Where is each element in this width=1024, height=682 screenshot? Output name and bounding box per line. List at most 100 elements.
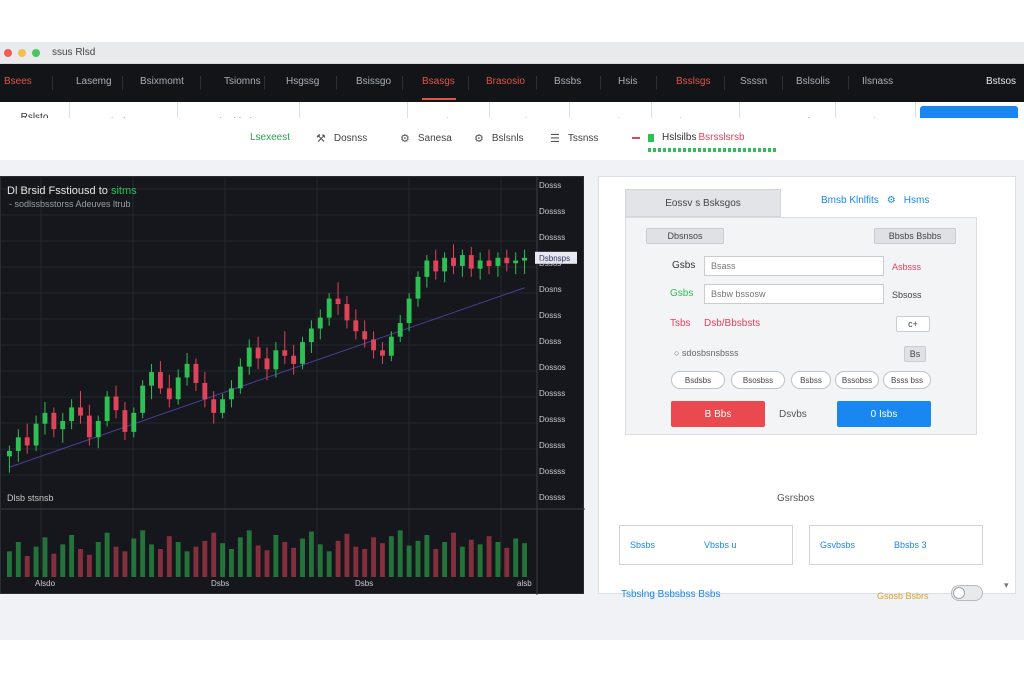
candle-body [255,347,261,359]
option-radio[interactable]: ○ sdosbsnsbsss [674,348,738,358]
x-axis-tick-label: Alsdo [35,579,56,588]
volume-bar [326,551,332,577]
alert-underline [648,148,776,152]
volume-bar [388,536,394,577]
menu-item[interactable]: Bsissgo [356,76,391,87]
volume-bar [513,538,519,577]
gear-icon: ⚙ [400,133,410,145]
tab-dosnss[interactable]: ⚒ Dosnss [316,132,367,145]
tab-latest[interactable]: Lsexeest [250,132,290,143]
menu-item[interactable]: Ssssn [740,76,767,87]
candle-body [264,358,270,370]
percent-chip-2[interactable]: Bsosbss [731,371,785,389]
minimize-window-dot[interactable] [18,48,26,57]
tab-tssnss[interactable]: ☰ Tssnss [550,132,598,145]
menu-divider [200,76,201,90]
candle-body [522,257,528,261]
tab-alerts[interactable]: Hslsilbs Bsrsslsrsb [632,132,745,143]
menu-item[interactable]: Bssbs [554,76,581,87]
volume-bar [42,537,48,577]
volume-bar [397,530,403,577]
buy-button[interactable]: 0 Isbs [837,401,931,427]
volume-bar [459,546,465,577]
y-axis-tick-label: Dossss [539,441,566,450]
menu-item[interactable]: Lasemg [76,76,112,87]
candlestick-chart[interactable]: Dsbnsps [1,177,585,595]
tab-sanesa[interactable]: ⚙ Sanesa [400,132,452,145]
percent-chip-1[interactable]: Bsdsbs [671,371,725,389]
volume-bar [131,538,137,577]
menu-item[interactable]: Bsixmomt [140,76,184,87]
close-window-dot[interactable] [4,48,12,57]
menu-item[interactable]: Bslsolis [796,76,830,87]
volume-bar [24,556,30,577]
tab-bslsnls[interactable]: ⚙ Bslsnls [474,132,524,145]
percent-chip-4[interactable]: Bssobss [835,371,879,389]
order-tab-other[interactable]: Bmsb Klnlfits ⚙ Hsms [821,195,929,206]
volume-bar [371,537,377,577]
volume-bar [344,533,350,577]
volume-bar [157,549,163,577]
volume-bar [335,540,341,577]
y-axis-tick-label: Dossss [539,493,566,502]
total-stepper[interactable]: c+ [896,316,930,332]
tab-label: Lsexeest [250,132,291,143]
y-axis-tick-label: Dossos [539,363,566,372]
top-menu-bar: Bsees Lasemg Bsixmomt Tsiomns Hsgssg Bsissgo B… [0,64,1024,102]
candle-body [42,412,48,424]
footer-link[interactable]: Tsbslng Bsbsbss Bsbs [621,589,721,600]
menu-divider [724,76,725,90]
sell-button[interactable]: B Bbs [671,401,765,427]
chart-title-text: Dl Brsid Fsstiousd to [7,185,108,197]
candle-body [504,257,510,264]
candle-body [451,257,456,266]
percent-chip-3[interactable]: Bsbss [791,371,831,389]
maximize-window-dot[interactable] [32,48,40,57]
balance-pill[interactable]: Bbsbs Bsbbs [874,228,956,244]
candle-body [51,412,57,430]
alert-dash-icon [632,136,640,139]
menu-item[interactable]: Hsgssg [286,76,319,87]
summary-label: Sbsbs [630,540,656,550]
candle-body [335,298,341,305]
candle-body [122,410,128,432]
alert-label-green: Hslsilbs [662,132,697,143]
y-axis-tick-label: Dossss [539,233,566,242]
volume-bar [6,551,12,577]
menu-item[interactable]: Bsees [4,76,32,87]
percent-chip-5[interactable]: Bsss bss [883,371,931,389]
y-axis-tick-label: Dossss [539,207,566,216]
menu-item[interactable]: Tsiomns [224,76,261,87]
candle-body [486,260,492,266]
alert-label-red: Bsrsslsrsb [698,132,745,143]
menu-item[interactable]: Brasosio [486,76,525,87]
y-axis-tick-label: Dosss [539,337,562,346]
chart-title: Dl Brsid Fsstiousd to sitms [7,185,137,197]
order-type-pill[interactable]: Dbsnsos [646,228,724,244]
alert-flag-icon [648,133,654,142]
price-input[interactable]: Bsass [704,256,884,276]
price-chart-panel[interactable]: Dsbnsps Dl Brsid Fsstiousd to sitms - so… [0,176,585,595]
mode-toggle[interactable] [951,585,983,601]
volume-bar [78,549,83,577]
volume-bar [211,532,217,577]
y-axis-tick-label: Dossss [539,415,566,424]
menu-item[interactable]: Bsslsgs [676,76,710,87]
candle-body [282,350,288,356]
menu-item[interactable]: Bstsos [986,76,1016,87]
menu-item[interactable]: Hsis [618,76,637,87]
menu-item[interactable]: Ilsnass [862,76,893,87]
menu-divider [848,76,849,90]
candle-body [344,304,350,321]
menu-divider [656,76,657,90]
menu-item[interactable]: Bsasgs [422,76,455,87]
candle-body [15,437,21,451]
chart-subtitle: - sodlssbsstorss Adeuves ltrub [9,199,131,209]
volume-bar [406,545,412,577]
order-tab-active[interactable]: Eossv s Bsksgos [625,189,781,217]
volume-bar [442,542,448,577]
scroll-down-icon[interactable]: ▾ [1004,580,1016,592]
amount-input[interactable]: Bsbw bssosw [704,284,884,304]
volume-bar [122,551,128,577]
volume-bar [380,543,385,577]
